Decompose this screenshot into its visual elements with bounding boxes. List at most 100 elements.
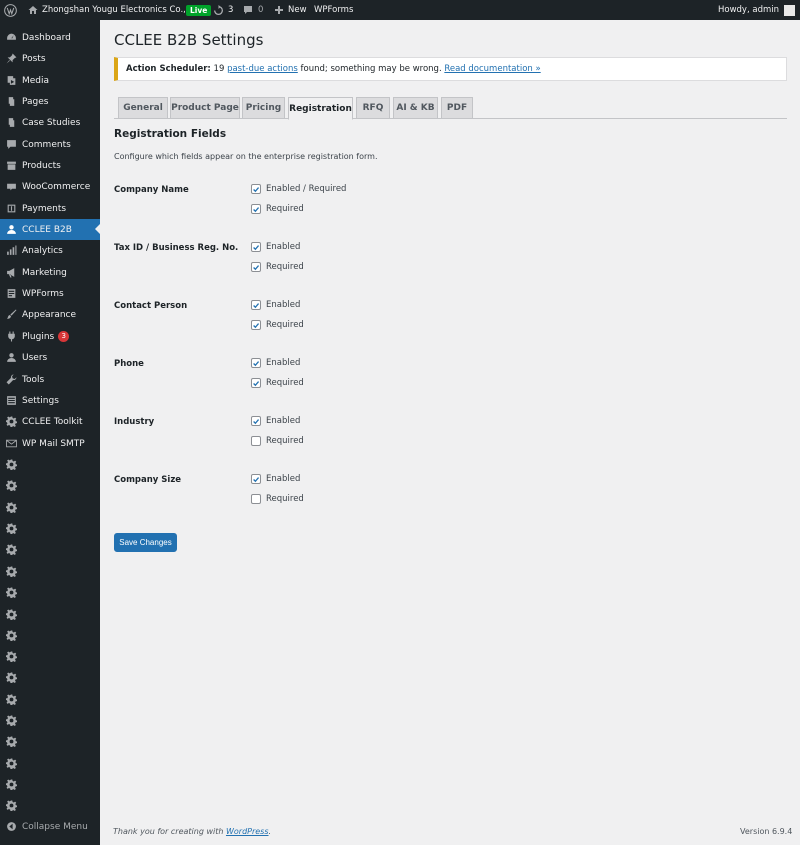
brush-icon xyxy=(0,309,22,320)
company-size-required-checkbox[interactable]: Required xyxy=(251,494,304,504)
checkbox-label: Required xyxy=(266,436,304,446)
wpforms-adminbar-link[interactable]: WPForms xyxy=(314,0,353,20)
menu-users[interactable]: Users xyxy=(0,347,100,368)
menu-cclee-b2b[interactable]: CCLEE B2B xyxy=(0,219,100,240)
tab-pdf[interactable]: PDF xyxy=(441,97,473,119)
menu-woocommerce[interactable]: WooCommerce xyxy=(0,176,100,197)
tab-ai-kb[interactable]: AI & KB xyxy=(393,97,438,119)
industry-required-checkbox[interactable]: Required xyxy=(251,436,304,446)
phone-enabled-checkbox[interactable]: Enabled xyxy=(251,358,300,368)
menu-gear-icon[interactable] xyxy=(0,795,22,816)
menu-gear-icon[interactable] xyxy=(0,731,22,752)
menu-gear-icon[interactable] xyxy=(0,561,22,582)
checkbox-label: Required xyxy=(266,378,304,388)
pages-icon xyxy=(0,117,22,128)
tab-pricing[interactable]: Pricing xyxy=(242,97,285,119)
menu-label: WPForms xyxy=(22,288,64,299)
menu-settings[interactable]: Settings xyxy=(0,390,100,411)
checkbox-box xyxy=(251,494,261,504)
menu-plugins[interactable]: Plugins 3 xyxy=(0,326,100,347)
collapse-arrow-icon xyxy=(0,821,22,832)
menu-analytics[interactable]: Analytics xyxy=(0,240,100,261)
menu-case-studies[interactable]: Case Studies xyxy=(0,112,100,133)
new-content-link[interactable]: New xyxy=(274,0,307,20)
menu-label: Tools xyxy=(22,374,45,385)
menu-payments[interactable]: Payments xyxy=(0,198,100,219)
menu-tools[interactable]: Tools xyxy=(0,369,100,390)
tab-registration[interactable]: Registration xyxy=(288,97,353,120)
archive-icon xyxy=(0,160,22,171)
menu-wp-mail-smtp[interactable]: WP Mail SMTP xyxy=(0,433,100,454)
menu-gear-icon[interactable] xyxy=(0,518,22,539)
checkbox-label: Required xyxy=(266,262,304,272)
footer-thanks: Thank you for creating with WordPress. xyxy=(113,827,271,836)
checkbox-label: Enabled xyxy=(266,242,301,252)
menu-comments[interactable]: Comments xyxy=(0,134,100,155)
company-name-required-checkbox[interactable]: Required xyxy=(251,204,304,214)
checkmark-icon xyxy=(253,244,260,250)
menu-gear-icon[interactable] xyxy=(0,454,22,475)
industry-enabled-checkbox[interactable]: Enabled xyxy=(251,416,300,426)
notice-text-after: found; something may be wrong. xyxy=(297,64,445,74)
menu-gear-icon[interactable] xyxy=(0,539,22,560)
updates-link[interactable]: 3 xyxy=(213,0,233,20)
contact-person-enabled-checkbox[interactable]: Enabled xyxy=(251,300,300,310)
checkmark-icon xyxy=(253,360,260,366)
collapse-menu-button[interactable]: Collapse Menu xyxy=(0,816,100,837)
menu-gear-icon[interactable] xyxy=(0,604,22,625)
menu-gear-icon[interactable] xyxy=(0,582,22,603)
phone-required-checkbox[interactable]: Required xyxy=(251,378,304,388)
read-documentation-link[interactable]: Read documentation » xyxy=(444,64,540,74)
checkbox-label: Enabled xyxy=(266,416,301,426)
wordpress-logo-icon[interactable] xyxy=(4,0,17,20)
comments-link[interactable]: 0 xyxy=(243,0,263,20)
plugin-icon xyxy=(0,331,22,342)
pin-icon xyxy=(0,53,22,64)
menu-gear-icon[interactable] xyxy=(0,774,22,795)
wpforms-adminbar-label: WPForms xyxy=(314,5,354,15)
gear-icon xyxy=(0,416,22,427)
comments-count: 0 xyxy=(258,5,264,15)
menu-gear-icon[interactable] xyxy=(0,667,22,688)
menu-label: Plugins xyxy=(22,331,55,342)
company-size-enabled-checkbox[interactable]: Enabled xyxy=(251,474,300,484)
plus-icon xyxy=(274,5,284,15)
field-label-phone: Phone xyxy=(114,359,144,369)
menu-gear-icon[interactable] xyxy=(0,497,22,518)
menu-gear-icon[interactable] xyxy=(0,646,22,667)
checkbox-box xyxy=(251,242,261,252)
site-home-link[interactable]: Zhongshan Yougu Electronics Co., Ltd. xyxy=(28,0,205,20)
menu-label: WooCommerce xyxy=(22,181,91,192)
tax-id-required-checkbox[interactable]: Required xyxy=(251,262,304,272)
tab-rfq[interactable]: RFQ xyxy=(356,97,390,119)
menu-cclee-toolkit[interactable]: CCLEE Toolkit xyxy=(0,411,100,432)
menu-wpforms[interactable]: WPForms xyxy=(0,283,100,304)
menu-products[interactable]: Products xyxy=(0,155,100,176)
account-menu[interactable]: Howdy, admin xyxy=(718,0,795,20)
menu-label: Products xyxy=(22,160,61,171)
tax-id-enabled-checkbox[interactable]: Enabled xyxy=(251,242,300,252)
tab-general[interactable]: General xyxy=(118,97,168,119)
company-name-enabled-checkbox[interactable]: Enabled / Required xyxy=(251,184,346,194)
contact-person-required-checkbox[interactable]: Required xyxy=(251,320,304,330)
menu-pages[interactable]: Pages xyxy=(0,91,100,112)
menu-media[interactable]: Media xyxy=(0,70,100,91)
live-badge[interactable]: Live xyxy=(186,0,212,20)
save-changes-button[interactable]: Save Changes xyxy=(114,533,177,552)
menu-gear-icon[interactable] xyxy=(0,710,22,731)
checkbox-box xyxy=(251,262,261,272)
menu-label: Media xyxy=(22,75,50,86)
checkbox-box xyxy=(251,474,261,484)
menu-posts[interactable]: Posts xyxy=(0,48,100,69)
menu-gear-icon[interactable] xyxy=(0,475,22,496)
menu-gear-icon[interactable] xyxy=(0,625,22,646)
footer-version: Version 6.9.4 xyxy=(740,827,793,836)
menu-dashboard[interactable]: Dashboard xyxy=(0,27,100,48)
menu-gear-icon[interactable] xyxy=(0,753,22,774)
menu-appearance[interactable]: Appearance xyxy=(0,304,100,325)
menu-gear-icon[interactable] xyxy=(0,689,22,710)
wordpress-link[interactable]: WordPress xyxy=(226,827,269,836)
tab-product-page[interactable]: Product Page xyxy=(170,97,240,119)
menu-marketing[interactable]: Marketing xyxy=(0,262,100,283)
past-due-actions-link[interactable]: past-due actions xyxy=(227,64,298,74)
